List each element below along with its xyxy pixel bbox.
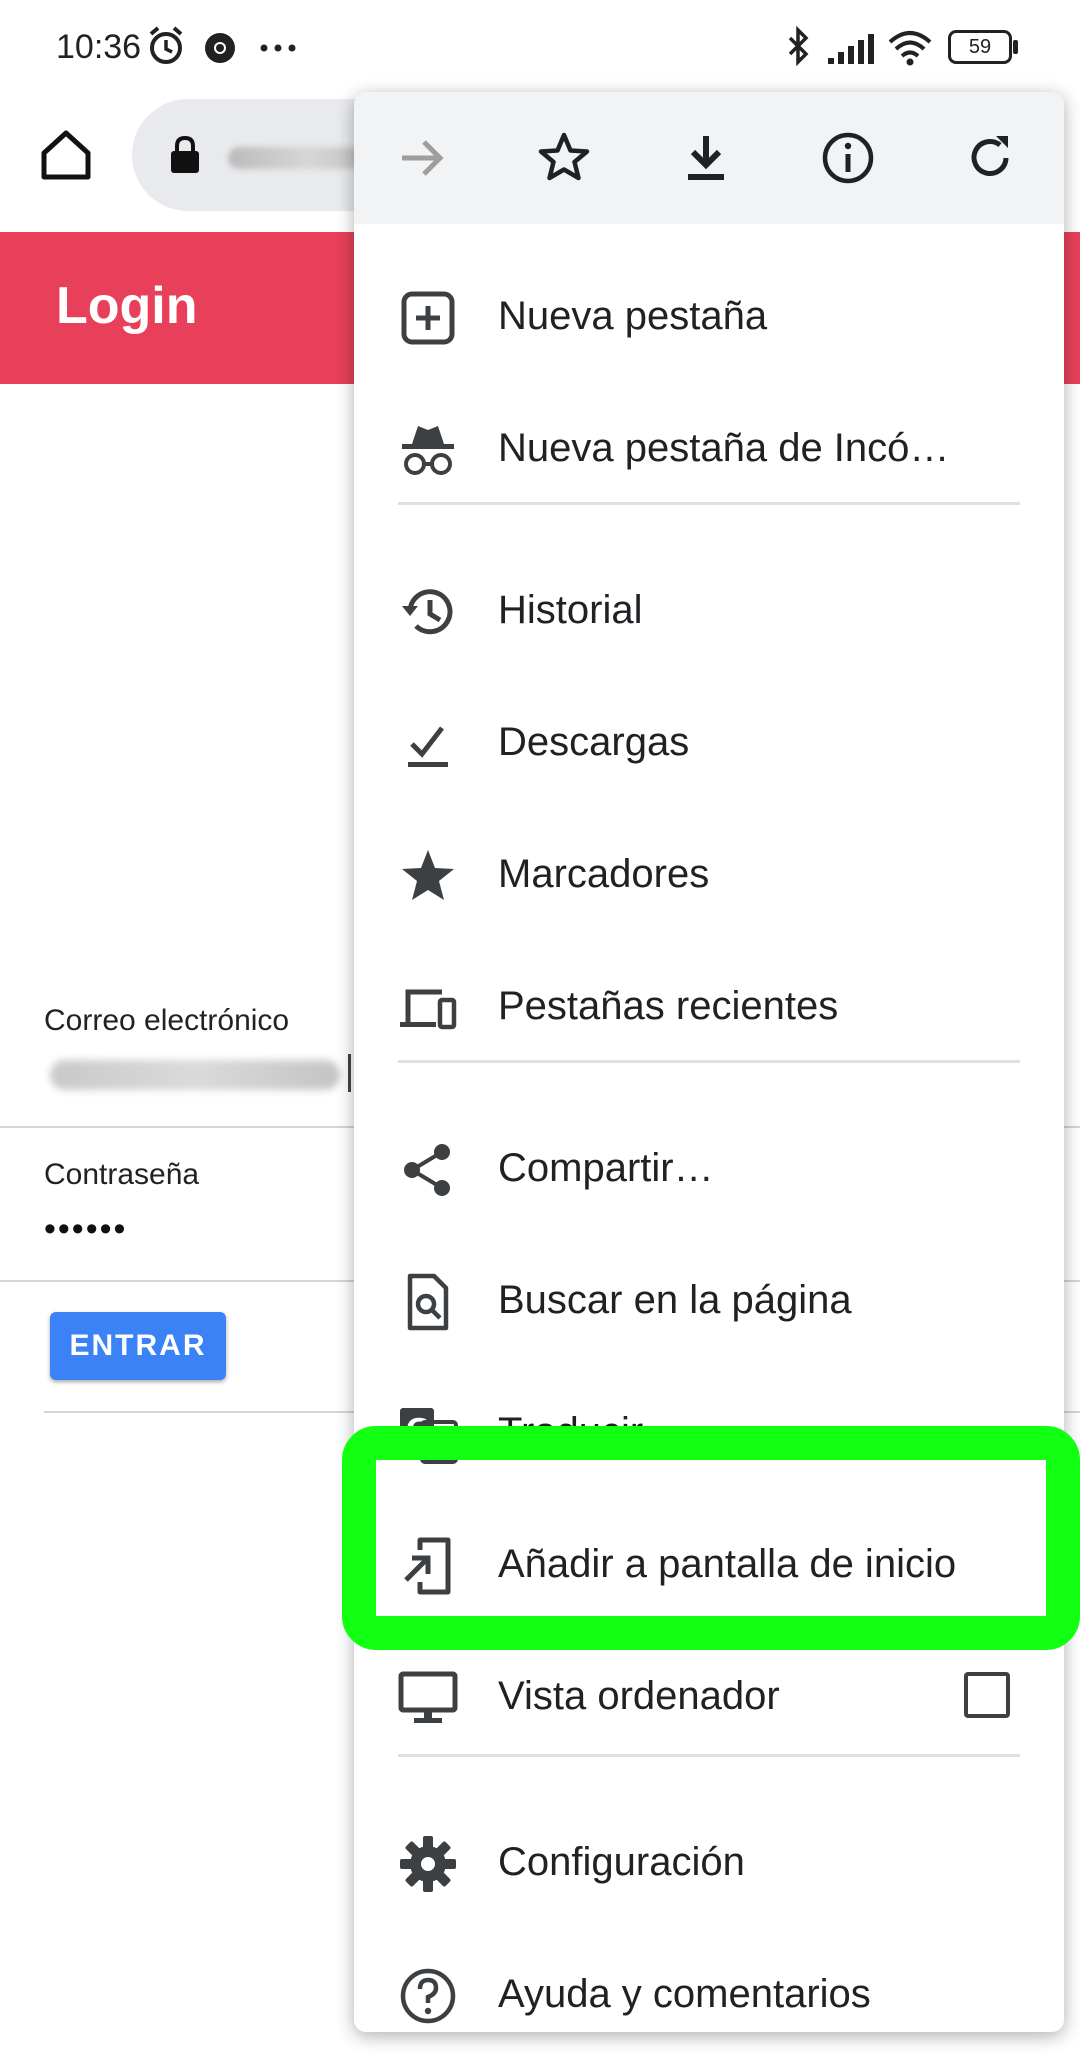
page-title: Login: [56, 277, 198, 335]
status-bar: 10:36 59: [0, 0, 1080, 95]
menu-item-label: Nueva pestaña: [498, 294, 768, 338]
alarm-icon: [149, 26, 183, 64]
menu-item-label: Configuración: [498, 1840, 745, 1884]
more-dots-icon: [260, 44, 296, 52]
email-field-redacted[interactable]: [50, 1060, 340, 1090]
menu-item-label: Descargas: [498, 720, 690, 764]
menu-item-label: Marcadores: [498, 852, 710, 896]
bluetooth-icon: [788, 25, 809, 67]
menu-divider: [398, 1060, 1020, 1063]
incognito-icon: [402, 426, 454, 475]
devices-icon: [400, 989, 457, 1030]
menu-divider: [398, 502, 1020, 505]
menu-item-recent-tabs[interactable]: Pestañas recientes: [354, 942, 1064, 1074]
signal-icon: [828, 34, 874, 64]
history-icon: [402, 589, 453, 635]
password-label: Contraseña: [44, 1158, 200, 1191]
menu-item-label: Traducir…: [498, 1410, 684, 1454]
menu-item-translate[interactable]: G 文 Traducir…: [354, 1368, 1064, 1500]
menu-item-label: Ayuda y comentarios: [498, 1972, 871, 2016]
gear-icon: [400, 1836, 456, 1892]
menu-item-settings[interactable]: Configuración: [354, 1798, 1064, 1930]
battery-tip: [1013, 40, 1018, 54]
add-to-home-icon: [404, 1537, 451, 1595]
svg-text:G: G: [406, 1412, 429, 1445]
menu-item-downloads[interactable]: Descargas: [354, 678, 1064, 810]
menu-item-find-in-page[interactable]: Buscar en la página: [354, 1236, 1064, 1368]
home-icon[interactable]: [36, 125, 96, 185]
menu-item-add-to-home-screen[interactable]: Añadir a pantalla de inicio: [354, 1500, 1064, 1632]
menu-item-new-tab[interactable]: Nueva pestaña: [354, 252, 1064, 384]
help-icon: [400, 1968, 456, 2024]
menu-item-label: Historial: [498, 588, 643, 632]
share-icon: [404, 1144, 450, 1196]
menu-item-label: Pestañas recientes: [498, 984, 839, 1028]
forward-arrow-icon[interactable]: [390, 126, 454, 190]
translate-icon: G 文: [400, 1408, 458, 1464]
menu-item-label: Nueva pestaña de Incó…: [498, 426, 950, 470]
menu-item-label: Añadir a pantalla de inicio: [498, 1542, 957, 1586]
menu-item-bookmarks[interactable]: Marcadores: [354, 810, 1064, 942]
menu-item-history[interactable]: Historial: [354, 546, 1064, 678]
password-field[interactable]: ••••••: [44, 1210, 127, 1249]
browser-menu: Nueva pestaña Nueva pestaña de Incó… His…: [354, 92, 1064, 2032]
email-label: Correo electrónico: [44, 1004, 290, 1037]
enter-button[interactable]: ENTRAR: [50, 1312, 226, 1380]
menu-item-label: Vista ordenador: [498, 1674, 780, 1718]
download-icon[interactable]: [674, 126, 738, 190]
menu-item-incognito[interactable]: Nueva pestaña de Incó…: [354, 384, 1064, 516]
bookmark-star-icon: [402, 850, 454, 900]
email-caret: [348, 1054, 351, 1092]
wifi-icon: [888, 31, 932, 66]
menu-top-icons-row: [354, 92, 1064, 224]
svg-text:文: 文: [430, 1432, 454, 1460]
star-outline-icon[interactable]: [532, 126, 596, 190]
menu-item-label: Buscar en la página: [498, 1278, 852, 1322]
menu-item-desktop-view[interactable]: Vista ordenador: [354, 1632, 1064, 1764]
battery-level: 59: [968, 36, 992, 58]
menu-item-help[interactable]: Ayuda y comentarios: [354, 1930, 1064, 2032]
menu-item-share[interactable]: Compartir…: [354, 1104, 1064, 1236]
new-tab-icon: [401, 291, 455, 345]
battery-icon: 59: [948, 30, 1012, 64]
desktop-icon: [398, 1671, 458, 1723]
find-in-page-icon: [407, 1273, 449, 1331]
status-time: 10:36: [56, 28, 142, 66]
lock-icon: [171, 135, 199, 173]
downloads-check-icon: [408, 726, 448, 767]
menu-item-label: Compartir…: [498, 1146, 714, 1190]
desktop-view-checkbox[interactable]: [964, 1672, 1010, 1718]
refresh-icon[interactable]: [958, 126, 1022, 190]
chrome-icon: [205, 33, 235, 63]
info-icon[interactable]: [816, 126, 880, 190]
menu-divider: [398, 1754, 1020, 1757]
